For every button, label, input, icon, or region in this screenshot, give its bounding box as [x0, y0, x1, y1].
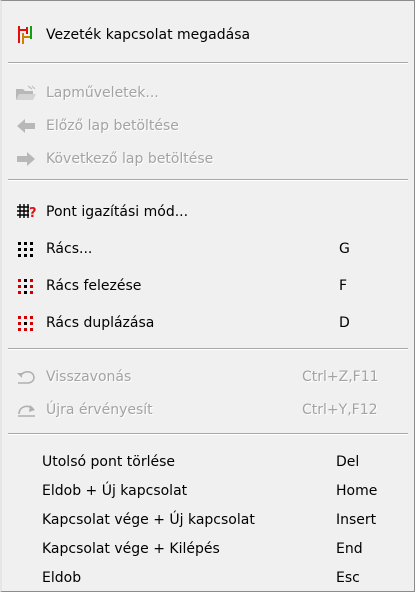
menu-item-grid[interactable]: Rács... G [2, 234, 414, 264]
menu-item-label: Utolsó pont törlése [42, 454, 175, 470]
wire-connection-icon [18, 26, 32, 44]
menu-separator [8, 433, 408, 435]
menu-separator [8, 348, 408, 350]
menu-item-previous-sheet[interactable]: Előző lap betöltése [2, 111, 414, 141]
menu-item-shortcut: Insert [336, 512, 377, 528]
undo-icon [17, 371, 35, 384]
menu-item-shortcut: Del [336, 454, 360, 470]
grid-halve-icon [18, 279, 33, 294]
arrow-right-icon [17, 152, 35, 166]
snap-point-icon: ? [17, 204, 37, 221]
menu-item-grid-halve[interactable]: Rács felezése F [2, 271, 414, 301]
menu-item-label: Pont igazítási mód... [46, 204, 189, 220]
menu-item-shortcut: Esc [336, 570, 360, 586]
menu-item-label: Rács felezése [46, 278, 142, 294]
menu-item-undo[interactable]: Visszavonás Ctrl+Z,F11 [2, 362, 414, 392]
menu-item-label: Eldob [42, 570, 82, 586]
menu-item-shortcut: Ctrl+Z,F11 [302, 369, 379, 385]
menu-item-end-new-connection[interactable]: Kapcsolat vége + Új kapcsolat Insert [2, 505, 414, 535]
redo-icon [18, 405, 35, 417]
menu-item-redo[interactable]: Újra érvényesít Ctrl+Y,F12 [2, 395, 414, 425]
menu-item-discard[interactable]: Eldob Esc [2, 563, 414, 593]
menu-item-discard-new-connection[interactable]: Eldob + Új kapcsolat Home [2, 476, 414, 506]
menu-item-wire-connection[interactable]: Vezeték kapcsolat megadása [2, 20, 414, 50]
menu-item-label: Kapcsolat vége + Kilépés [42, 541, 220, 557]
context-menu: Vezeték kapcsolat megadása Lapműveletek.… [0, 0, 415, 592]
menu-item-next-sheet[interactable]: Következő lap betöltése [2, 144, 414, 174]
menu-item-label: Vezeték kapcsolat megadása [46, 27, 251, 43]
menu-item-shortcut: End [336, 541, 363, 557]
menu-item-label: Előző lap betöltése [46, 118, 179, 134]
menu-item-label: Visszavonás [46, 369, 132, 385]
grid-icon [18, 242, 33, 257]
menu-item-label: Kapcsolat vége + Új kapcsolat [42, 512, 255, 528]
menu-item-label: Következő lap betöltése [46, 151, 214, 167]
menu-item-shortcut: Home [336, 483, 378, 499]
menu-item-shortcut: Ctrl+Y,F12 [302, 402, 378, 418]
menu-item-shortcut: D [339, 315, 350, 331]
menu-item-label: Rács... [46, 241, 93, 257]
menu-item-shortcut: G [339, 241, 350, 257]
menu-item-grid-double[interactable]: Rács duplázása D [2, 308, 414, 338]
menu-item-label: Újra érvényesít [46, 402, 153, 418]
arrow-left-icon [17, 119, 35, 133]
menu-item-shortcut: F [339, 278, 348, 294]
menu-item-label: Lapműveletek... [46, 85, 159, 101]
menu-item-label: Eldob + Új kapcsolat [42, 483, 188, 499]
menu-item-end-exit[interactable]: Kapcsolat vége + Kilépés End [2, 534, 414, 564]
menu-item-delete-last-point[interactable]: Utolsó pont törlése Del [2, 447, 414, 477]
menu-item-sheet-operations[interactable]: Lapműveletek... [2, 78, 414, 108]
menu-separator [8, 62, 408, 64]
svg-text:?: ? [29, 206, 37, 221]
menu-item-label: Rács duplázása [46, 315, 155, 331]
grid-double-icon [18, 316, 33, 331]
menu-separator [8, 179, 408, 181]
open-folder-icon [16, 85, 36, 100]
menu-item-snap-mode[interactable]: ? Pont igazítási mód... [2, 197, 414, 227]
